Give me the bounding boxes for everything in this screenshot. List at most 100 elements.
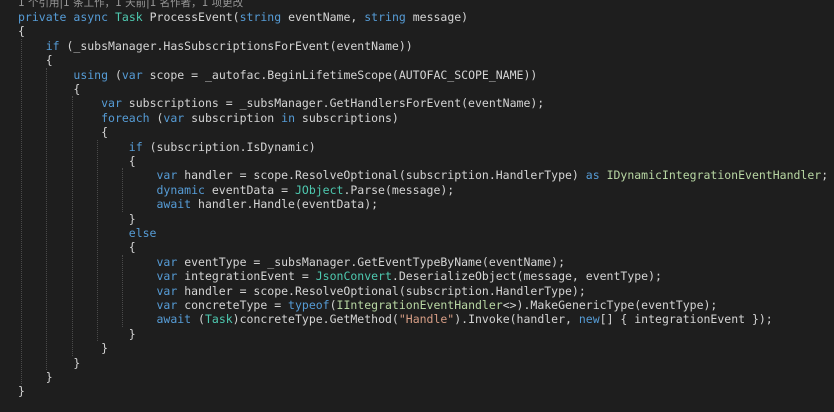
code-line[interactable]: { — [18, 53, 53, 67]
keyword-token: var — [121, 67, 143, 82]
code-line[interactable]: { — [18, 24, 25, 38]
code-text: ProcessEvent( — [142, 10, 240, 24]
keyword-token: private — [18, 10, 67, 24]
code-text: [] { integrationEvent }); — [599, 312, 773, 327]
code-text: ( — [329, 298, 337, 312]
code-line[interactable]: private async Task ProcessEvent(string e… — [18, 10, 468, 24]
code-text: { — [18, 53, 53, 68]
keyword-token: in — [281, 110, 295, 125]
type-token: Task — [204, 312, 233, 327]
code-text: } — [18, 326, 136, 341]
code-text: subscriptions) — [295, 110, 399, 125]
code-line[interactable]: } — [18, 356, 80, 370]
keyword-token: using — [73, 67, 109, 82]
keyword-token: var — [156, 254, 178, 269]
code-line[interactable]: var eventType = _subsManager.GetEventTyp… — [18, 255, 565, 269]
interface-token: IDynamicIntegrationEventHandler — [606, 168, 822, 183]
code-line[interactable]: } — [18, 384, 25, 398]
code-text: ( — [191, 312, 205, 327]
keyword-token: var — [156, 269, 178, 284]
code-line[interactable]: foreach (var subscription in subscriptio… — [18, 111, 399, 125]
code-text: { — [18, 82, 81, 96]
code-line[interactable]: { — [18, 82, 80, 96]
code-text: eventName, — [281, 10, 365, 24]
code-line[interactable]: dynamic eventData = JObject.Parse(messag… — [18, 183, 454, 197]
code-line[interactable]: else — [18, 226, 157, 240]
keyword-token: if — [45, 38, 60, 53]
code-text: .Parse(message); — [343, 182, 455, 197]
code-text: handler.Handle(eventData); — [191, 197, 379, 212]
code-line[interactable]: await (Task)concreteType.GetMethod("Hand… — [18, 312, 773, 327]
code-text: concreteType = — [177, 298, 289, 312]
code-line[interactable]: var integrationEvent = JsonConvert.Deser… — [18, 269, 662, 284]
code-text: { — [18, 24, 25, 39]
code-text: message) — [405, 10, 469, 24]
keyword-token: string — [239, 10, 282, 24]
code-text: { — [18, 240, 136, 255]
code-text: } — [18, 355, 81, 370]
codelens-info[interactable]: 1 个引用|1 条工作，1 天前|1 名作者，1 项更改 — [18, 0, 243, 10]
keyword-token: var — [101, 96, 122, 111]
keyword-token: if — [128, 139, 143, 154]
keyword-token: new — [578, 312, 600, 327]
code-line[interactable]: var handler = scope.ResolveOptional(subs… — [18, 283, 586, 298]
code-line[interactable]: if (_subsManager.HasSubscriptionsForEven… — [18, 39, 413, 53]
type-token: JObject — [294, 182, 344, 197]
keyword-token: dynamic — [156, 182, 205, 197]
keyword-token: typeof — [288, 298, 330, 312]
code-text: subscriptions = _subsManager.GetHandlers… — [121, 96, 545, 111]
keyword-token: var — [163, 110, 185, 125]
code-line[interactable]: var handler = scope.ResolveOptional(subs… — [18, 168, 828, 182]
code-line[interactable]: } — [18, 341, 108, 355]
keyword-token: var — [156, 298, 178, 312]
keyword-token: string — [364, 10, 406, 24]
code-text: scope = _autofac.BeginLifetimeScope(AUTO… — [142, 67, 538, 82]
code-line[interactable]: { — [18, 154, 136, 168]
keyword-token: as — [585, 168, 600, 183]
code-line[interactable]: var subscriptions = _subsManager.GetHand… — [18, 96, 544, 110]
code-line[interactable]: using (var scope = _autofac.BeginLifetim… — [18, 68, 537, 82]
code-text: .DeserializeObject(message, eventType); — [391, 269, 662, 284]
code-text: integrationEvent = — [177, 269, 316, 284]
code-text: ; — [821, 168, 829, 183]
string-token: "Handle" — [398, 312, 455, 327]
code-line[interactable]: { — [18, 125, 108, 139]
code-text: handler = scope.ResolveOptional(subscrip… — [177, 283, 586, 298]
code-text: handler = scope.ResolveOptional(subscrip… — [177, 168, 586, 183]
code-line[interactable]: { — [18, 240, 136, 254]
interface-token: IIntegrationEventHandler — [336, 298, 503, 312]
code-line[interactable]: } — [18, 212, 136, 226]
code-editor[interactable]: 1 个引用|1 条工作，1 天前|1 名作者，1 项更改 private asy… — [0, 0, 834, 412]
code-text: eventData = — [204, 182, 295, 197]
code-text: )concreteType.GetMethod( — [232, 312, 399, 327]
code-text: subscription — [184, 110, 282, 125]
code-text: } — [18, 370, 53, 384]
code-line[interactable]: if (subscription.IsDynamic) — [18, 140, 316, 154]
code-text: } — [18, 384, 25, 399]
code-line[interactable]: } — [18, 327, 136, 341]
keyword-token: var — [156, 283, 178, 298]
code-text: ).Invoke(handler, — [454, 312, 579, 327]
code-text: } — [18, 341, 109, 356]
keyword-token: else — [128, 226, 157, 240]
code-line[interactable]: var concreteType = typeof(IIntegrationEv… — [18, 298, 717, 312]
code-line[interactable]: await handler.Handle(eventData); — [18, 197, 378, 211]
keyword-token: var — [156, 168, 178, 183]
code-line[interactable]: } — [18, 370, 53, 384]
code-text: } — [18, 211, 136, 226]
